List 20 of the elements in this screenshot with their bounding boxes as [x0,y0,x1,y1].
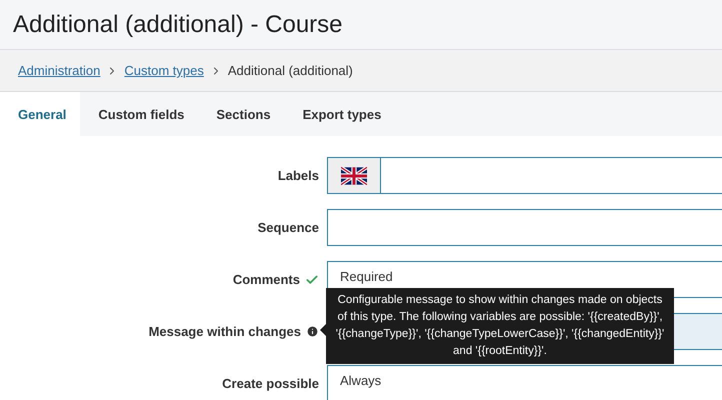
breadcrumb-current: Additional (additional) [228,63,353,78]
field-label: Labels [278,168,319,183]
tab[interactable]: Export types [284,92,396,136]
field-label: Message within changes [148,324,301,339]
field-label: Create possible [222,376,319,391]
tooltip-pointer [320,324,326,336]
tab[interactable]: Sections [198,92,285,136]
language-button[interactable] [328,158,381,193]
uk-flag-icon [341,166,367,184]
label-input-field[interactable] [327,157,722,194]
page-title: Additional (additional) - Course [13,10,343,38]
input-field[interactable] [327,209,722,246]
tab[interactable]: General [0,92,80,136]
field-label: Sequence [258,220,319,235]
info-icon[interactable] [306,325,319,338]
breadcrumb-link[interactable]: Custom types [124,63,204,78]
field-label: Comments [232,272,300,287]
tab[interactable]: Custom fields [80,92,198,136]
select-field[interactable]: Always [327,365,722,400]
breadcrumb-link[interactable]: Administration [18,63,100,78]
